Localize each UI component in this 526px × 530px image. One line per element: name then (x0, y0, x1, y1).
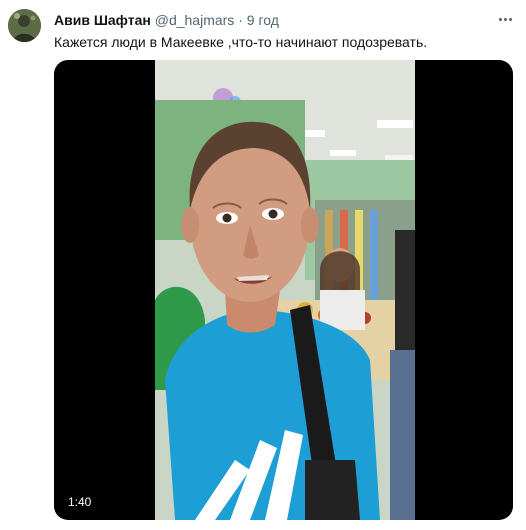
tweet-header: Авив Шафтан @d_hajmars · 9 год (54, 11, 279, 29)
tweet-text: Кажется люди в Макеевке ,что-то начинают… (54, 34, 428, 50)
avatar[interactable] (8, 9, 41, 42)
more-options-button[interactable] (494, 8, 516, 30)
more-horizontal-icon-dot (503, 17, 507, 21)
video-duration: 1:40 (68, 495, 92, 509)
author-display-name[interactable]: Авив Шафтан (54, 12, 151, 28)
more-horizontal-icon-dot (508, 17, 512, 21)
more-horizontal-icon (498, 17, 502, 21)
video-player[interactable]: 1:40 (54, 60, 513, 520)
tweet[interactable]: Авив Шафтан @d_hajmars · 9 год Кажется л… (0, 0, 526, 530)
header-separator: · (238, 12, 243, 28)
video-frame[interactable] (155, 60, 415, 520)
video-thumbnail (155, 60, 415, 520)
author-handle[interactable]: @d_hajmars (155, 12, 235, 28)
avatar-icon (8, 9, 41, 42)
tweet-timestamp[interactable]: 9 год (247, 12, 279, 28)
